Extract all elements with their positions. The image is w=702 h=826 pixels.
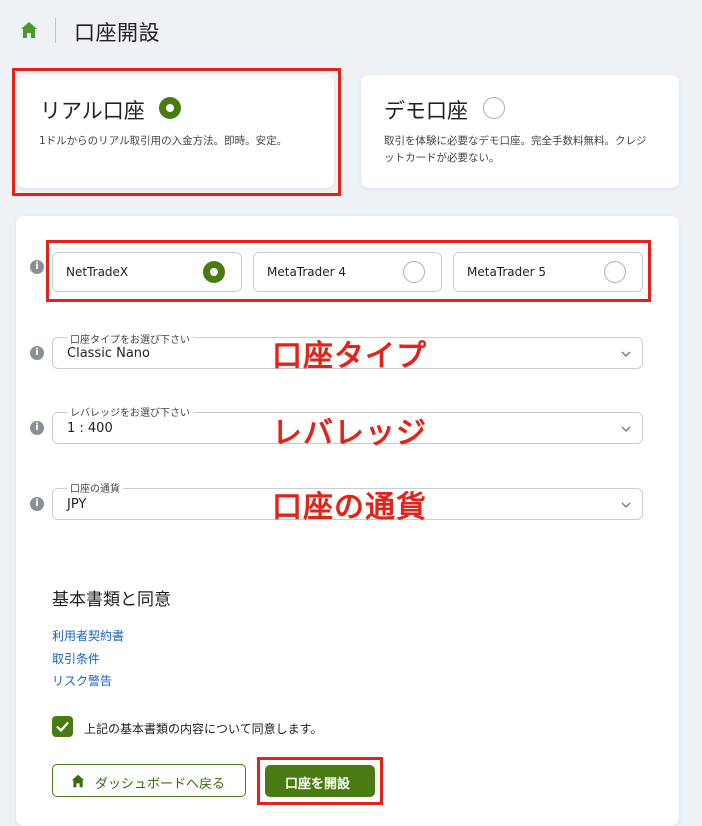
user-agreement-link[interactable]: 利用者契約書 [52,627,124,644]
open-account-label: 口座を開設 [285,777,351,792]
demo-account-description-line1: 取引を体験に必要なデモ口座。完全手数料無料。クレジ [384,135,647,147]
chevron-down-icon [621,502,631,508]
chevron-down-icon [621,351,631,357]
currency-legend: 口座の通貨 [67,480,123,495]
platform-option-mt4[interactable]: MetaTrader 4 [253,252,442,292]
platform-label: MetaTrader 4 [267,265,347,279]
platform-label: MetaTrader 5 [467,265,547,279]
platform-option-nettradex[interactable]: NetTradeX [52,252,242,292]
platform-radio[interactable] [403,261,425,283]
platform-label: NetTradeX [66,265,129,279]
page-title: 口座開設 [74,21,160,45]
agree-checkbox[interactable] [52,716,73,737]
risk-warning-link[interactable]: リスク警告 [52,672,112,689]
home-icon [71,774,85,788]
account-type-legend: 口座タイプをお選び下さい [67,331,193,346]
platform-radio-selected[interactable] [203,261,225,283]
agree-label: 上記の基本書類の内容について同意します。 [84,722,323,736]
home-icon[interactable] [20,21,38,39]
back-button-label: ダッシュボードへ戻る [95,777,226,792]
trading-conditions-link[interactable]: 取引条件 [52,650,100,667]
leverage-annotation: レバレッジ [272,416,427,451]
platform-info-icon[interactable]: i [30,260,44,274]
platform-option-mt5[interactable]: MetaTrader 5 [453,252,643,292]
demo-account-radio[interactable] [483,97,505,119]
account-type-info-icon[interactable]: i [30,346,44,360]
demo-account-title: デモ口座 [384,99,468,123]
account-type-annotation: 口座タイプ [272,339,427,374]
currency-annotation: 口座の通貨 [272,490,427,525]
real-account-highlight [12,68,341,196]
chevron-down-icon [621,426,631,432]
header-divider [55,18,56,43]
leverage-legend: レバレッジをお選び下さい [67,404,193,419]
real-account-radio[interactable] [159,97,181,119]
real-account-title: リアル口座 [40,99,145,123]
currency-value: JPY [67,497,87,512]
back-to-dashboard-button[interactable]: ダッシュボードへ戻る [52,764,246,797]
demo-account-description-line2: ットカードが必要ない。 [384,152,500,164]
documents-heading: 基本書類と同意 [52,590,171,610]
platform-radio[interactable] [604,261,626,283]
real-account-description: 1ドルからのリアル取引用の入金方法。即時。安定。 [39,135,288,147]
account-type-value: Classic Nano [67,346,150,361]
open-account-button[interactable]: 口座を開設 [265,765,375,797]
checkmark-icon [56,721,69,732]
leverage-value: 1 : 400 [67,421,113,436]
currency-info-icon[interactable]: i [30,497,44,511]
leverage-info-icon[interactable]: i [30,421,44,435]
demo-account-card[interactable] [361,75,679,188]
